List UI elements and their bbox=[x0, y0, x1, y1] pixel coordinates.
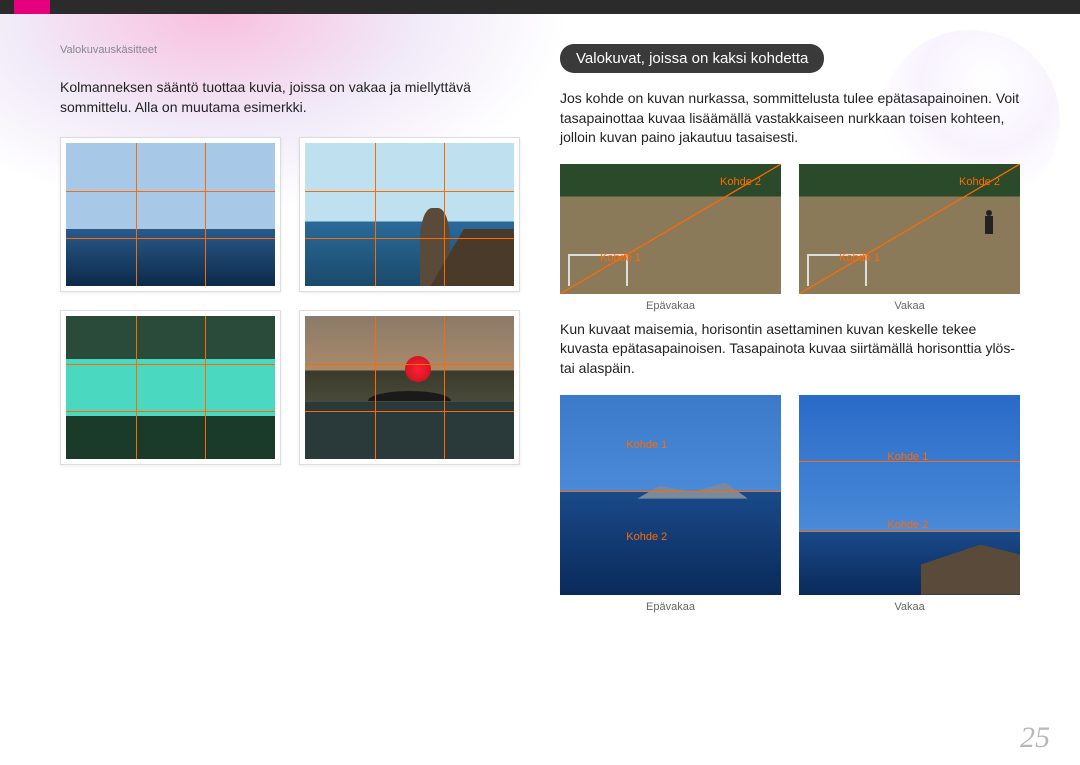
caption-stable: Vakaa bbox=[799, 601, 1020, 613]
section-heading: Valokuvat, joissa on kaksi kohdetta bbox=[560, 44, 824, 73]
subject-2-label: Kohde 2 bbox=[887, 519, 928, 531]
stable-example-2: Kohde 1 Kohde 2 Vakaa bbox=[799, 395, 1020, 613]
subject-1-label: Kohde 1 bbox=[600, 252, 641, 264]
breadcrumb: Valokuvauskäsitteet bbox=[60, 44, 520, 56]
right-column: Valokuvat, joissa on kaksi kohdetta Jos … bbox=[560, 44, 1020, 621]
example-photo-1 bbox=[60, 137, 281, 292]
caption-unstable: Epävakaa bbox=[560, 300, 781, 312]
example-photo-2 bbox=[299, 137, 520, 292]
subject-2-label: Kohde 2 bbox=[720, 176, 761, 188]
horizon-comparison: Kohde 1 Kohde 2 Epävakaa Kohde 1 Kohde 2… bbox=[560, 395, 1020, 613]
paragraph-1: Jos kohde on kuvan nurkassa, sommittelus… bbox=[560, 89, 1020, 148]
unstable-example-2: Kohde 1 Kohde 2 Epävakaa bbox=[560, 395, 781, 613]
example-photo-4 bbox=[299, 310, 520, 465]
subject-1-label: Kohde 1 bbox=[887, 451, 928, 463]
two-subjects-comparison: Kohde 2 Kohde 1 Epävakaa Kohde 2 Kohde 1… bbox=[560, 164, 1020, 312]
intro-text: Kolmanneksen sääntö tuottaa kuvia, joiss… bbox=[60, 78, 520, 117]
stable-example-1: Kohde 2 Kohde 1 Vakaa bbox=[799, 164, 1020, 312]
paragraph-2: Kun kuvaat maisemia, horisontin asettami… bbox=[560, 320, 1020, 379]
top-bar bbox=[0, 0, 1080, 14]
caption-unstable: Epävakaa bbox=[560, 601, 781, 613]
subject-2-label: Kohde 2 bbox=[626, 531, 667, 543]
page-content: Valokuvauskäsitteet Kolmanneksen sääntö … bbox=[0, 14, 1080, 621]
left-column: Valokuvauskäsitteet Kolmanneksen sääntö … bbox=[60, 44, 520, 621]
page-number: 25 bbox=[1020, 721, 1050, 755]
example-photo-3 bbox=[60, 310, 281, 465]
rule-of-thirds-examples bbox=[60, 137, 520, 465]
subject-1-label: Kohde 1 bbox=[839, 252, 880, 264]
caption-stable: Vakaa bbox=[799, 300, 1020, 312]
unstable-example-1: Kohde 2 Kohde 1 Epävakaa bbox=[560, 164, 781, 312]
accent-tab bbox=[14, 0, 50, 14]
subject-2-label: Kohde 2 bbox=[959, 176, 1000, 188]
subject-1-label: Kohde 1 bbox=[626, 439, 667, 451]
